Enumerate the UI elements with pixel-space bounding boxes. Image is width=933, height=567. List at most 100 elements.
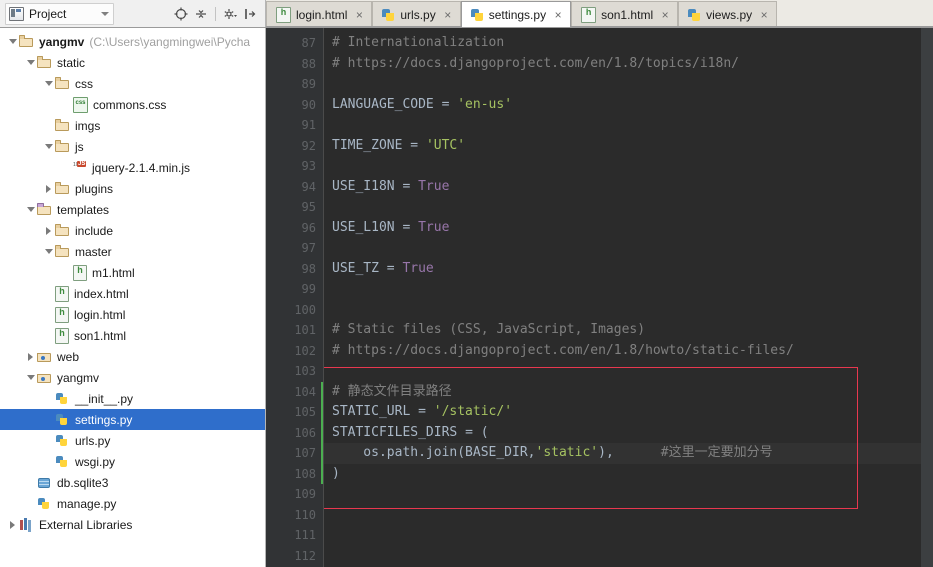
- tree-item-label: External Libraries: [39, 517, 133, 532]
- settings-gear-icon[interactable]: [221, 5, 239, 23]
- editor-tab-login-html[interactable]: login.html ×: [266, 1, 373, 27]
- line-number: 107: [294, 446, 316, 460]
- chevron-right-icon[interactable]: [42, 182, 55, 195]
- tab-close-icon[interactable]: ×: [553, 9, 563, 21]
- tree-item-son1-html[interactable]: son1.html: [0, 325, 265, 346]
- code-line[interactable]: LANGUAGE_CODE = 'en-us': [324, 95, 933, 116]
- tree-item-label: wsgi.py: [75, 454, 116, 469]
- chevron-right-icon[interactable]: [24, 350, 37, 363]
- tab-close-icon[interactable]: ×: [660, 9, 670, 21]
- tree-item-settings-py[interactable]: settings.py: [0, 409, 265, 430]
- folder-icon: [55, 139, 70, 154]
- chevron-down-icon[interactable]: [101, 11, 110, 16]
- tree-item-yangmv[interactable]: yangmv: [0, 367, 265, 388]
- chevron-down-icon[interactable]: [24, 203, 37, 216]
- tab-close-icon[interactable]: ×: [443, 9, 453, 21]
- hide-panel-icon[interactable]: [241, 5, 259, 23]
- tree-item-commons-css[interactable]: commons.css: [0, 94, 265, 115]
- code-content[interactable]: # Internationalization # https://docs.dja…: [323, 28, 933, 567]
- code-token: #: [332, 383, 348, 399]
- tree-item-include[interactable]: include: [0, 220, 265, 241]
- code-line[interactable]: [324, 197, 933, 218]
- tree-item-urls-py[interactable]: urls.py: [0, 430, 265, 451]
- code-token: 静态文件目录路径: [347, 383, 452, 399]
- editor-tab-urls-py[interactable]: urls.py ×: [372, 1, 461, 27]
- code-line[interactable]: # Static files (CSS, JavaScript, Images): [324, 320, 933, 341]
- tree-item-css[interactable]: css: [0, 73, 265, 94]
- code-line[interactable]: [324, 361, 933, 382]
- chevron-down-icon[interactable]: [42, 140, 55, 153]
- tab-close-icon[interactable]: ×: [354, 9, 364, 21]
- code-line[interactable]: TIME_ZONE = 'UTC': [324, 136, 933, 157]
- code-line[interactable]: [324, 300, 933, 321]
- code-line[interactable]: USE_TZ = True: [324, 259, 933, 280]
- project-tree[interactable]: yangmv (C:\Users\yangmingwei\Pycha static c…: [0, 28, 266, 567]
- chevron-down-icon[interactable]: [42, 245, 55, 258]
- tree-item-yangmv[interactable]: yangmv (C:\Users\yangmingwei\Pycha: [0, 31, 265, 52]
- code-line[interactable]: USE_I18N = True: [324, 177, 933, 198]
- code-line[interactable]: # https://docs.djangoproject.com/en/1.8/…: [324, 54, 933, 75]
- tree-item-templates[interactable]: templates: [0, 199, 265, 220]
- tree-item-m1-html[interactable]: m1.html: [0, 262, 265, 283]
- tree-item-db-sqlite3[interactable]: db.sqlite3: [0, 472, 265, 493]
- collapse-all-icon[interactable]: [192, 5, 210, 23]
- code-token: #: [613, 445, 669, 460]
- tree-item-manage-py[interactable]: manage.py: [0, 493, 265, 514]
- editor-tab-son1-html[interactable]: son1.html ×: [571, 1, 679, 27]
- chevron-down-icon[interactable]: [6, 35, 19, 48]
- code-line[interactable]: os.path.join(BASE_DIR,'static'), #这里一定要加…: [324, 443, 933, 464]
- code-line[interactable]: STATICFILES_DIRS = (: [324, 423, 933, 444]
- tree-item-label: include: [75, 223, 114, 238]
- editor-scrollbar[interactable]: [921, 28, 933, 567]
- code-line[interactable]: STATIC_URL = '/static/': [324, 402, 933, 423]
- tab-label: son1.html: [601, 7, 654, 22]
- chevron-right-icon[interactable]: [42, 224, 55, 237]
- tree-item-plugins[interactable]: plugins: [0, 178, 265, 199]
- line-number: 112: [294, 548, 316, 563]
- tree-item-web[interactable]: web: [0, 346, 265, 367]
- code-token: STATIC_URL: [332, 404, 419, 419]
- folder-icon: [55, 76, 70, 91]
- tree-item-js[interactable]: js: [0, 136, 265, 157]
- tree-item-login-html[interactable]: login.html: [0, 304, 265, 325]
- code-line[interactable]: [324, 505, 933, 526]
- line-number: 101: [294, 323, 316, 337]
- code-line[interactable]: [324, 115, 933, 136]
- chevron-down-icon[interactable]: [24, 371, 37, 384]
- tree-item-label: static: [57, 55, 86, 70]
- editor-tab-settings-py[interactable]: settings.py ×: [460, 1, 572, 27]
- code-line[interactable]: [324, 238, 933, 259]
- tree-item-index-html[interactable]: index.html: [0, 283, 265, 304]
- python-file-icon: [55, 392, 70, 406]
- tree-item-imgs[interactable]: imgs: [0, 115, 265, 136]
- code-line[interactable]: [324, 484, 933, 505]
- tree-item--init-py[interactable]: __init__.py: [0, 388, 265, 409]
- code-line[interactable]: [324, 546, 933, 567]
- code-line[interactable]: # https://docs.djangoproject.com/en/1.8/…: [324, 341, 933, 362]
- code-line[interactable]: # Internationalization: [324, 33, 933, 54]
- chevron-down-icon[interactable]: [24, 56, 37, 69]
- tree-item-label: urls.py: [75, 433, 111, 448]
- editor-tab-views-py[interactable]: views.py ×: [678, 1, 778, 27]
- code-line[interactable]: ): [324, 464, 933, 485]
- project-view-selector[interactable]: Project: [5, 2, 115, 25]
- locate-target-icon[interactable]: [172, 5, 190, 23]
- code-editor[interactable]: 87 88 89 90 91 92 93 94 95 96 97 98 99 100 101 102 103 10…: [266, 28, 933, 567]
- code-line[interactable]: [324, 525, 933, 546]
- tree-item-master[interactable]: master: [0, 241, 265, 262]
- code-line[interactable]: USE_L10N = True: [324, 218, 933, 239]
- tree-item-external-libraries[interactable]: External Libraries: [0, 514, 265, 535]
- chevron-right-icon[interactable]: [6, 518, 19, 531]
- tree-item-jquery-2-1-4-min-js[interactable]: jquery-2.1.4.min.js: [0, 157, 265, 178]
- code-line[interactable]: [324, 74, 933, 95]
- code-line[interactable]: [324, 279, 933, 300]
- code-line[interactable]: [324, 156, 933, 177]
- code-line[interactable]: # 静态文件目录路径: [324, 382, 933, 403]
- tab-close-icon[interactable]: ×: [759, 9, 769, 21]
- chevron-down-icon[interactable]: [42, 77, 55, 90]
- tree-item-wsgi-py[interactable]: wsgi.py: [0, 451, 265, 472]
- tree-item-static[interactable]: static: [0, 52, 265, 73]
